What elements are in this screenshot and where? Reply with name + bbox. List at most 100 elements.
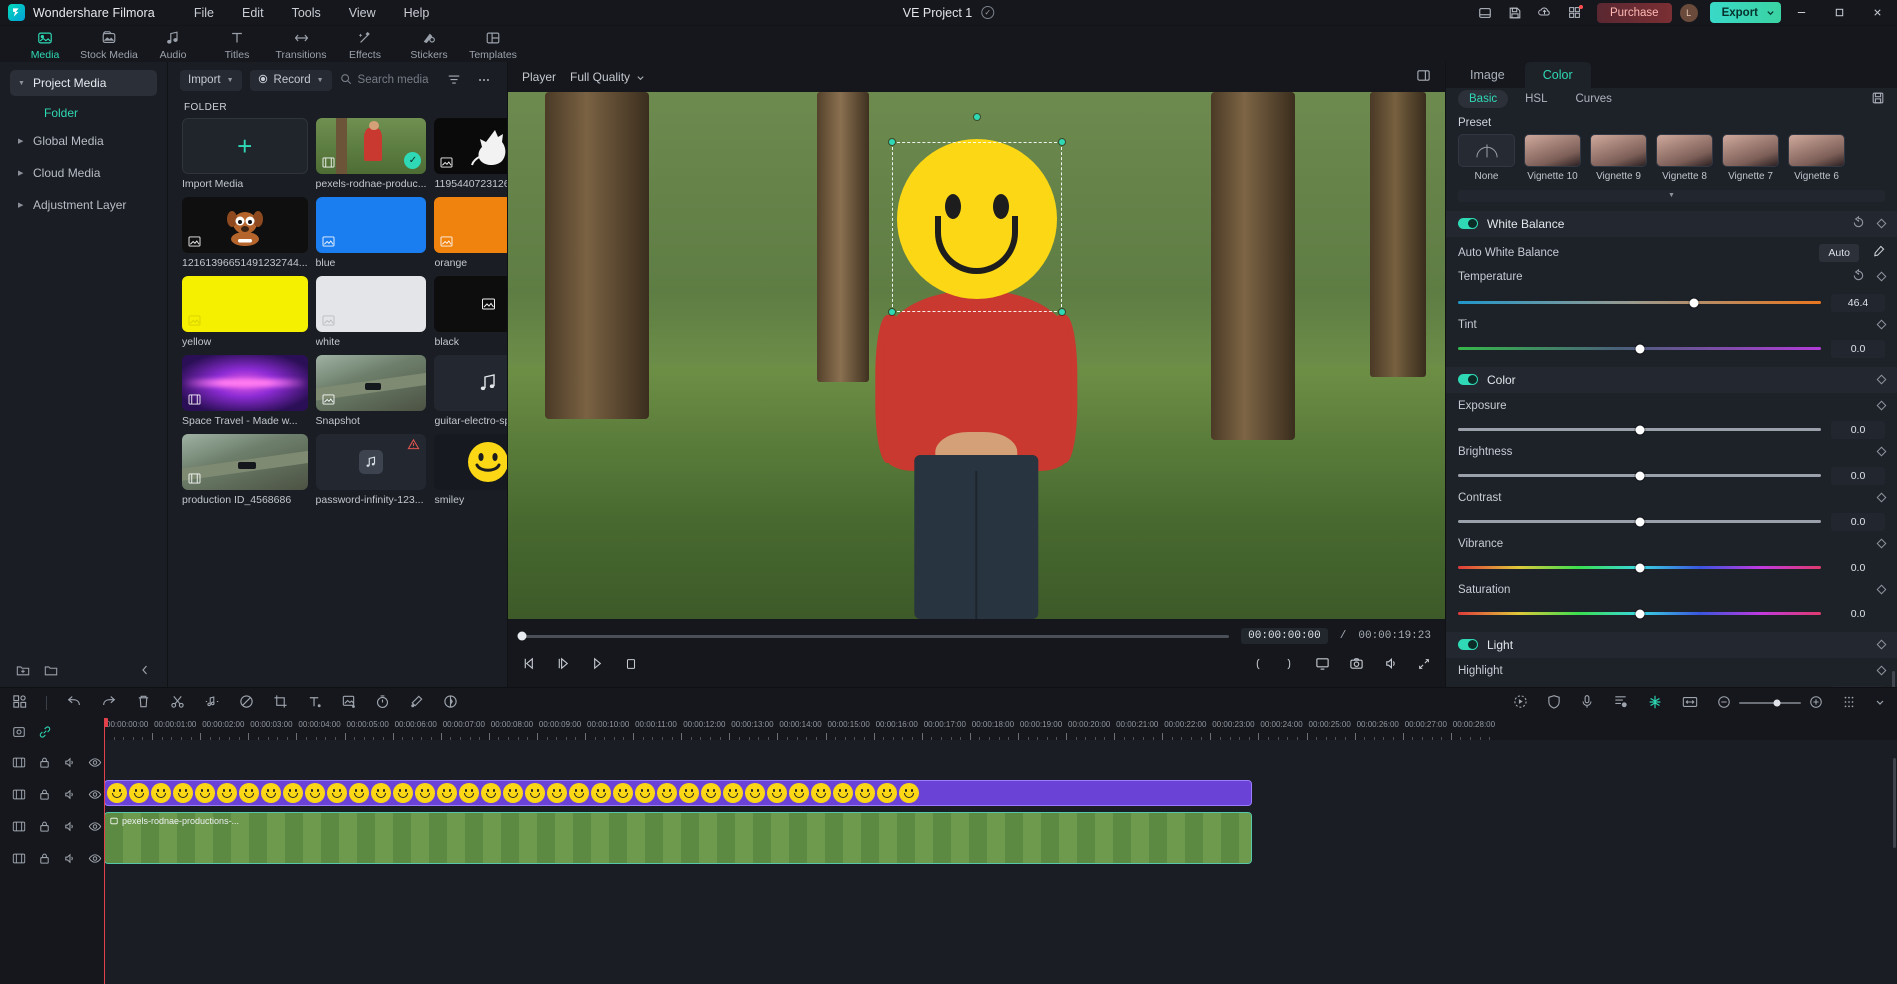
marker-icon[interactable] xyxy=(1613,694,1628,712)
reset-icon[interactable] xyxy=(1852,215,1865,232)
redo-icon[interactable] xyxy=(101,694,117,712)
track-lane-1[interactable]: pexels-rodnae-productions-... xyxy=(104,812,1897,864)
keyframe-icon[interactable] xyxy=(443,694,458,712)
timeline-clip-video[interactable]: pexels-rodnae-productions-... xyxy=(104,812,1252,864)
link-icon[interactable] xyxy=(38,725,52,742)
speed-icon[interactable] xyxy=(375,694,390,712)
avatar[interactable]: L xyxy=(1679,3,1698,22)
keyframe-icon[interactable] xyxy=(1876,400,1887,411)
white-balance-toggle[interactable] xyxy=(1458,218,1478,230)
expand-button[interactable] xyxy=(1417,657,1431,674)
record-button[interactable]: Record ▼ xyxy=(249,69,332,91)
media-thumb[interactable] xyxy=(315,355,427,411)
media-item-orange[interactable]: orange xyxy=(434,197,507,269)
keyframe-icon[interactable] xyxy=(1876,639,1887,650)
window-close-button[interactable] xyxy=(1859,0,1895,26)
media-thumb[interactable] xyxy=(315,276,427,332)
sticker-icon[interactable] xyxy=(341,694,356,712)
filter-icon[interactable] xyxy=(443,69,465,91)
resize-handle-tl[interactable] xyxy=(888,139,895,146)
timeline-tracks[interactable]: 00:00:00:00 00:00:01:00 00:00:02:00 00:00:0… xyxy=(104,718,1897,984)
media-item-import[interactable]: + Import Media xyxy=(182,118,308,190)
tab-transitions[interactable]: Transitions xyxy=(270,28,332,61)
menu-help[interactable]: Help xyxy=(391,2,443,24)
import-button[interactable]: Import ▼ xyxy=(180,69,242,91)
sidebar-item-adjustment-layer[interactable]: ▶ Adjustment Layer xyxy=(10,192,157,218)
stop-button[interactable] xyxy=(624,657,638,674)
tab-audio[interactable]: Audio xyxy=(142,28,204,61)
crop-icon[interactable] xyxy=(273,694,288,712)
track-mute-icon[interactable] xyxy=(63,820,76,836)
color-settings-scroll[interactable]: Preset None Vignette 10 Vignette 9 Vigne… xyxy=(1446,111,1897,687)
delete-icon[interactable] xyxy=(136,694,151,712)
keyframe-icon[interactable] xyxy=(1876,319,1887,330)
tab-titles[interactable]: Titles xyxy=(206,28,268,61)
zoom-slider[interactable] xyxy=(1739,699,1801,707)
save-preset-icon[interactable] xyxy=(1871,91,1885,108)
window-minimize-button[interactable] xyxy=(1783,0,1819,26)
volume-button[interactable] xyxy=(1383,656,1398,674)
auto-reframe-icon[interactable] xyxy=(1513,694,1528,712)
media-thumb[interactable] xyxy=(182,197,308,253)
keyframe-icon[interactable] xyxy=(1876,665,1887,676)
tab-stickers[interactable]: Stickers xyxy=(398,28,460,61)
highlight-value[interactable]: 0.0 xyxy=(1831,685,1885,687)
tab-stock-media[interactable]: Stock Media xyxy=(78,28,140,61)
media-item-blue[interactable]: blue xyxy=(315,197,427,269)
keyframe-icon[interactable] xyxy=(1876,492,1887,503)
mark-out-button[interactable] xyxy=(1283,657,1296,674)
player-layout-icon[interactable] xyxy=(1416,68,1431,86)
sidebar-item-global-media[interactable]: ▶ Global Media xyxy=(10,128,157,154)
media-item-production[interactable]: production ID_4568686 xyxy=(182,434,308,506)
track-lock-icon[interactable] xyxy=(38,820,51,836)
rotate-handle[interactable] xyxy=(973,114,980,121)
current-timecode[interactable]: 00:00:00:00 xyxy=(1241,628,1328,644)
resize-handle-bl[interactable] xyxy=(888,309,895,316)
menu-view[interactable]: View xyxy=(336,2,389,24)
timeline-ruler[interactable]: 00:00:00:00 00:00:01:00 00:00:02:00 00:00:0… xyxy=(104,718,1897,740)
zoom-out-icon[interactable] xyxy=(1717,695,1731,712)
tab-templates[interactable]: Templates xyxy=(462,28,524,61)
media-thumb[interactable] xyxy=(434,355,507,411)
saturation-slider[interactable] xyxy=(1458,609,1821,619)
export-button[interactable]: Export xyxy=(1709,2,1781,23)
light-toggle[interactable] xyxy=(1458,639,1478,651)
media-item-guitar-audio[interactable]: guitar-electro-sport-tr... xyxy=(434,355,507,427)
preset-vignette-7[interactable]: Vignette 7 xyxy=(1722,133,1779,182)
vibrance-value[interactable]: 0.0 xyxy=(1831,559,1885,577)
window-maximize-button[interactable] xyxy=(1821,0,1857,26)
media-thumb[interactable]: ✓ xyxy=(315,118,427,174)
preset-none[interactable]: None xyxy=(1458,133,1515,182)
track-mute-icon[interactable] xyxy=(63,852,76,868)
track-lock-icon[interactable] xyxy=(38,756,51,772)
saturation-value[interactable]: 0.0 xyxy=(1831,605,1885,623)
tab-effects[interactable]: Effects xyxy=(334,28,396,61)
media-item-snapshot[interactable]: Snapshot xyxy=(315,355,427,427)
track-video-icon[interactable] xyxy=(12,756,26,772)
media-item-password-audio[interactable]: password-infinity-123... xyxy=(315,434,427,506)
media-item-pexels[interactable]: ✓ pexels-rodnae-produc... xyxy=(315,118,427,190)
track-lane-audio[interactable] xyxy=(104,864,1897,894)
media-item-space-travel[interactable]: Space Travel - Made w... xyxy=(182,355,308,427)
play-pause-button[interactable] xyxy=(556,656,571,674)
vibrance-slider[interactable] xyxy=(1458,563,1821,573)
track-lane-2[interactable] xyxy=(104,778,1897,808)
track-visibility-icon[interactable] xyxy=(88,820,102,836)
auto-white-balance-button[interactable]: Auto xyxy=(1819,243,1859,262)
timeline-clip-emoji[interactable] xyxy=(104,780,1252,806)
contrast-slider[interactable] xyxy=(1458,517,1821,527)
subtab-basic[interactable]: Basic xyxy=(1458,90,1509,109)
video-preview-stage[interactable] xyxy=(508,92,1445,619)
audio-detach-icon[interactable] xyxy=(204,694,220,712)
temperature-slider[interactable] xyxy=(1458,298,1821,308)
media-thumb[interactable] xyxy=(315,197,427,253)
track-mute-icon[interactable] xyxy=(63,756,76,772)
quality-dropdown[interactable]: Full Quality xyxy=(570,70,645,84)
track-mute-icon[interactable] xyxy=(63,788,76,804)
apps-grid-icon[interactable] xyxy=(12,694,27,712)
more-options-icon[interactable] xyxy=(473,69,495,91)
media-thumb[interactable] xyxy=(182,434,308,490)
temperature-value[interactable]: 46.4 xyxy=(1831,293,1885,312)
snapshot-camera-button[interactable] xyxy=(1349,656,1364,674)
zoom-in-icon[interactable] xyxy=(1809,695,1823,712)
